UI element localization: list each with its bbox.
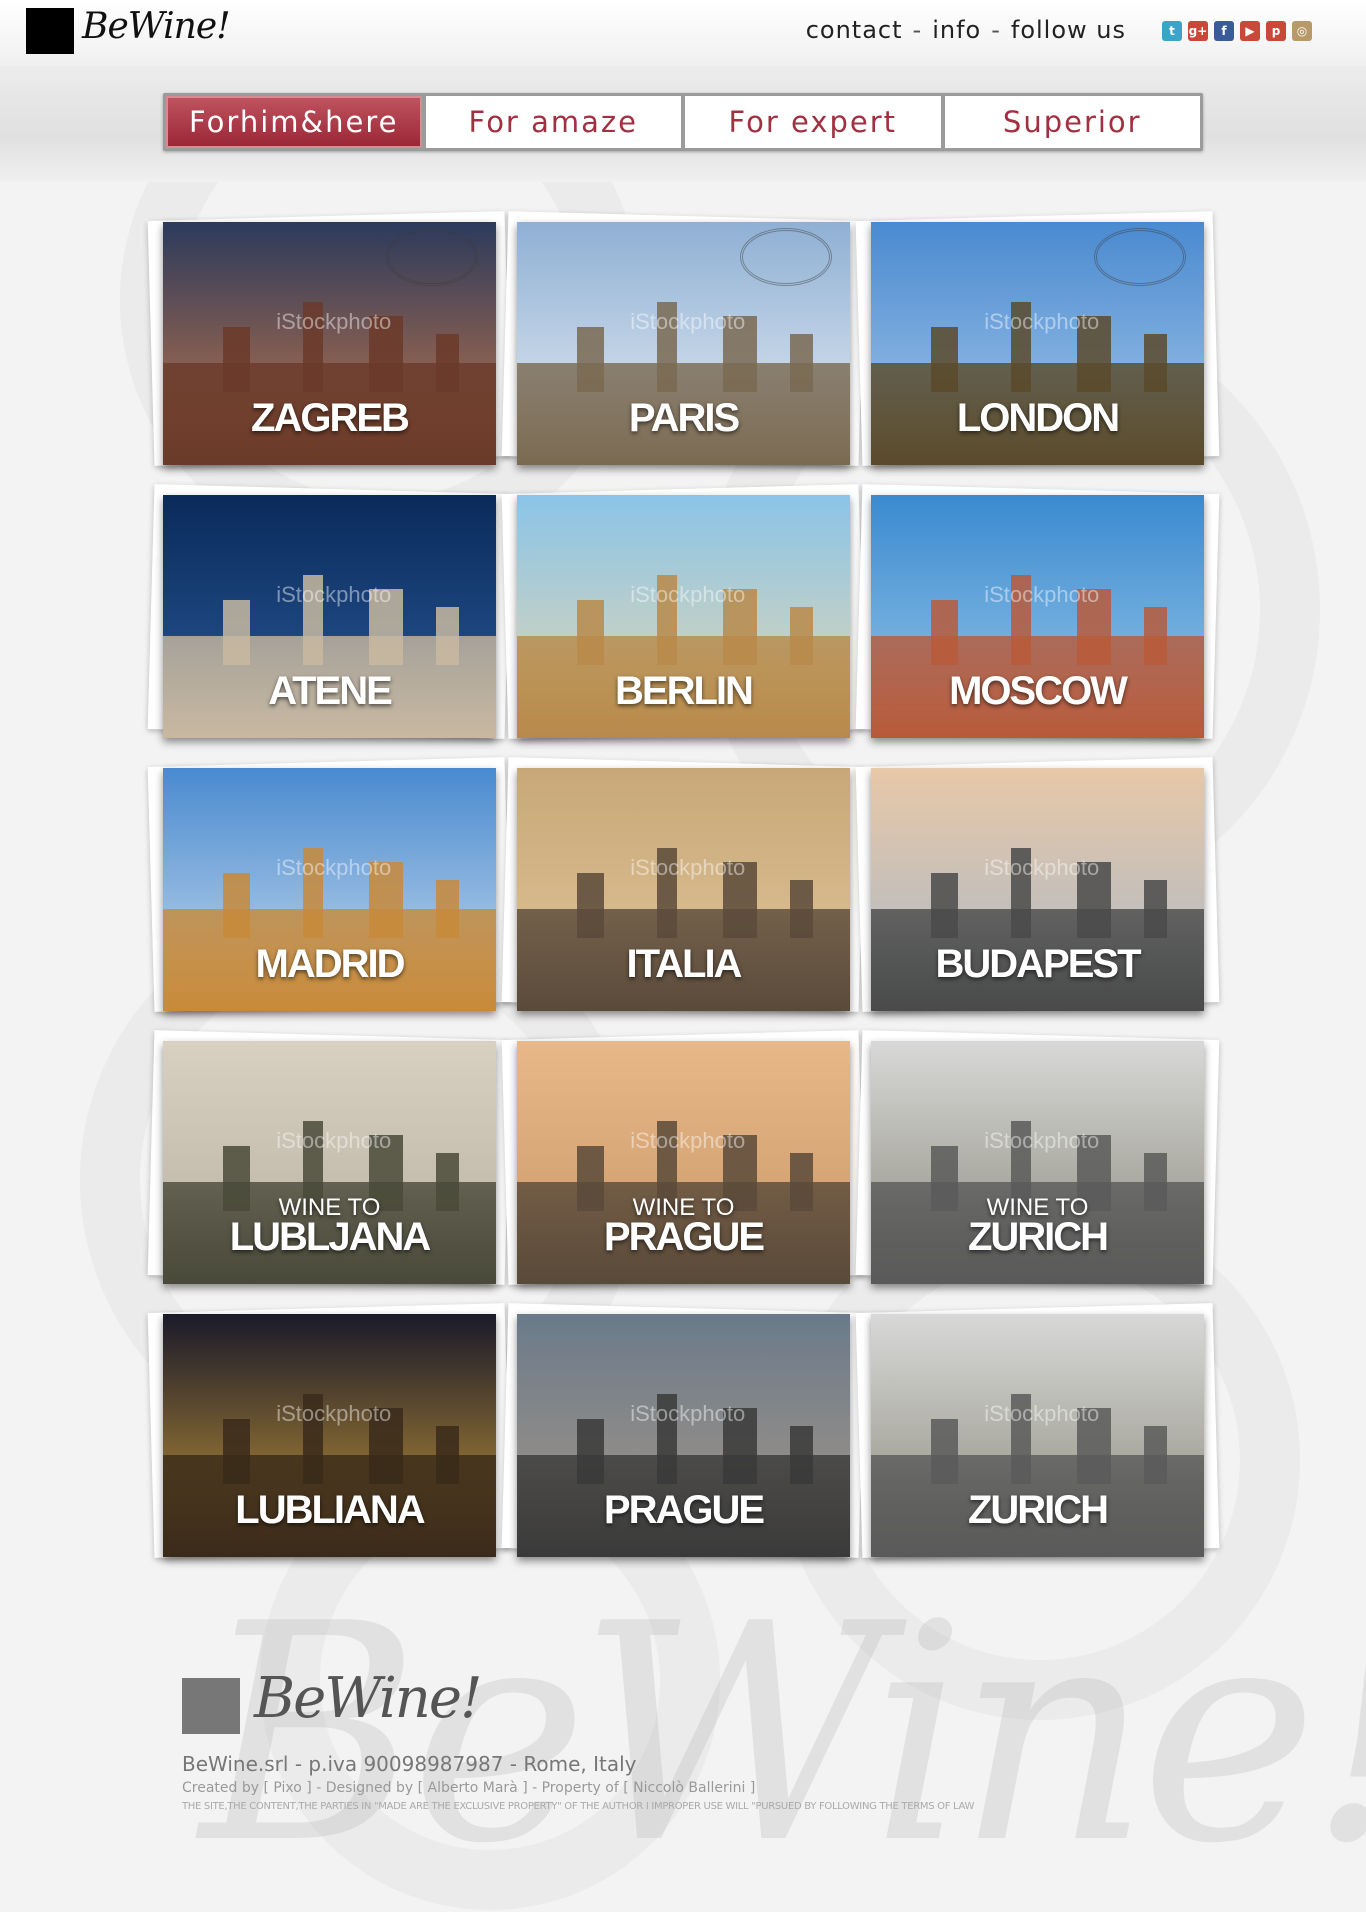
city-card[interactable]: iStockphoto WINE TO ZURICH — [855, 1030, 1220, 1285]
category-tabs: Forhim&here For amaze For expert Superior — [163, 93, 1203, 151]
city-name: PRAGUE — [603, 1215, 765, 1259]
photo-watermark: iStockphoto — [630, 1128, 746, 1154]
postmark-stamp-icon — [740, 228, 832, 286]
city-card[interactable]: iStockphoto LUBLIANA — [147, 1303, 512, 1558]
photo-watermark: iStockphoto — [276, 855, 392, 881]
photo-watermark: iStockphoto — [630, 1401, 746, 1427]
category-tab-3[interactable]: For expert — [685, 96, 941, 148]
photo-watermark: iStockphoto — [276, 582, 392, 608]
city-photo: iStockphoto PARIS — [517, 222, 850, 465]
footer-logo-square — [182, 1678, 240, 1734]
city-photo: iStockphoto MADRID — [163, 768, 496, 1011]
city-name: ATENE — [268, 669, 393, 713]
city-name: LONDON — [956, 396, 1120, 440]
city-name: LUBLIANA — [235, 1488, 425, 1532]
instagram-icon[interactable]: ◎ — [1292, 21, 1312, 41]
city-card[interactable]: iStockphoto WINE TO PRAGUE — [501, 1030, 866, 1285]
city-name: ZURICH — [967, 1488, 1109, 1532]
city-photo: iStockphoto WINE TO ZURICH — [871, 1041, 1204, 1284]
city-name: MADRID — [255, 942, 406, 986]
city-name: ITALIA — [626, 942, 743, 986]
photo-watermark: iStockphoto — [984, 309, 1100, 335]
photo-watermark: iStockphoto — [630, 855, 746, 881]
postmark-stamp-icon — [386, 228, 478, 286]
nav-info-link[interactable]: info — [932, 16, 981, 44]
photo-watermark: iStockphoto — [276, 1401, 392, 1427]
nav-separator: - — [912, 16, 923, 44]
city-photo: iStockphoto LONDON — [871, 222, 1204, 465]
city-photo: iStockphoto BUDAPEST — [871, 768, 1204, 1011]
city-name: BUDAPEST — [935, 942, 1141, 986]
logo-square[interactable] — [26, 8, 74, 54]
city-photo: iStockphoto WINE TO LUBLJANA — [163, 1041, 496, 1284]
youtube-icon[interactable]: ▶ — [1240, 21, 1260, 41]
city-name: BERLIN — [615, 669, 754, 713]
city-card[interactable]: iStockphoto BUDAPEST — [855, 757, 1220, 1012]
city-name: MOSCOW — [949, 669, 1128, 713]
facebook-icon[interactable]: f — [1214, 21, 1234, 41]
nav-contact-link[interactable]: contact — [806, 16, 903, 44]
google-plus-icon[interactable]: g+ — [1188, 21, 1208, 41]
category-tab-4[interactable]: Superior — [944, 96, 1200, 148]
city-name: ZAGREB — [251, 396, 410, 440]
city-photo: iStockphoto WINE TO PRAGUE — [517, 1041, 850, 1284]
city-name: PRAGUE — [603, 1488, 765, 1532]
city-photo: iStockphoto BERLIN — [517, 495, 850, 738]
city-photo: iStockphoto PRAGUE — [517, 1314, 850, 1557]
city-card[interactable]: iStockphoto PARIS — [501, 211, 866, 466]
photo-watermark: iStockphoto — [276, 1128, 392, 1154]
background-logo-watermark: BeWine! — [200, 1560, 1366, 1909]
city-photo: iStockphoto ZAGREB — [163, 222, 496, 465]
site-logo[interactable]: BeWine! — [82, 6, 231, 47]
destination-grid: iStockphoto ZAGREB iStockphoto PARIS iStockp… — [147, 211, 1220, 1558]
city-card[interactable]: iStockphoto ZURICH — [855, 1303, 1220, 1558]
postmark-stamp-icon — [1094, 228, 1186, 286]
city-name: LUBLJANA — [229, 1215, 432, 1259]
category-tab-1[interactable]: Forhim&here — [166, 96, 422, 148]
city-card[interactable]: iStockphoto PRAGUE — [501, 1303, 866, 1558]
footer-logo: BeWine! — [254, 1666, 482, 1731]
city-card[interactable]: iStockphoto ATENE — [147, 484, 512, 739]
city-card[interactable]: iStockphoto LONDON — [855, 211, 1220, 466]
photo-watermark: iStockphoto — [984, 1128, 1100, 1154]
photo-watermark: iStockphoto — [276, 309, 392, 335]
footer-credits: Created by [ Pixo ] - Designed by [ Albe… — [182, 1780, 756, 1796]
photo-watermark: iStockphoto — [984, 855, 1100, 881]
category-tab-2[interactable]: For amaze — [425, 96, 681, 148]
city-card[interactable]: iStockphoto ITALIA — [501, 757, 866, 1012]
city-photo: iStockphoto ZURICH — [871, 1314, 1204, 1557]
nav-separator: - — [991, 16, 1001, 44]
city-photo: iStockphoto MOSCOW — [871, 495, 1204, 738]
city-photo: iStockphoto ATENE — [163, 495, 496, 738]
nav-follow-us-link[interactable]: follow us — [1011, 16, 1126, 44]
city-card[interactable]: iStockphoto WINE TO LUBLJANA — [147, 1030, 512, 1285]
social-icons: t g+ f ▶ p ◎ — [1162, 21, 1312, 41]
photo-watermark: iStockphoto — [630, 582, 746, 608]
twitter-icon[interactable]: t — [1162, 21, 1182, 41]
photo-watermark: iStockphoto — [984, 1401, 1100, 1427]
city-photo: iStockphoto LUBLIANA — [163, 1314, 496, 1557]
city-card[interactable]: iStockphoto MOSCOW — [855, 484, 1220, 739]
city-card[interactable]: iStockphoto ZAGREB — [147, 211, 512, 466]
city-name: ZURICH — [967, 1215, 1109, 1259]
footer-legal: THE SITE,THE CONTENT,THE PARTIES IN "MAD… — [182, 1801, 975, 1812]
top-bar: BeWine! contact - info - follow us t g+ f ▶… — [0, 0, 1366, 66]
photo-watermark: iStockphoto — [984, 582, 1100, 608]
photo-watermark: iStockphoto — [630, 309, 746, 335]
city-card[interactable]: iStockphoto BERLIN — [501, 484, 866, 739]
city-photo: iStockphoto ITALIA — [517, 768, 850, 1011]
city-card[interactable]: iStockphoto MADRID — [147, 757, 512, 1012]
city-name: PARIS — [628, 396, 740, 440]
footer-company-info: BeWine.srl - p.iva 90098987987 - Rome, I… — [182, 1752, 637, 1776]
category-band: Forhim&here For amaze For expert Superior — [0, 66, 1366, 182]
top-navigation: contact - info - follow us — [806, 16, 1126, 44]
pinterest-icon[interactable]: p — [1266, 21, 1286, 41]
